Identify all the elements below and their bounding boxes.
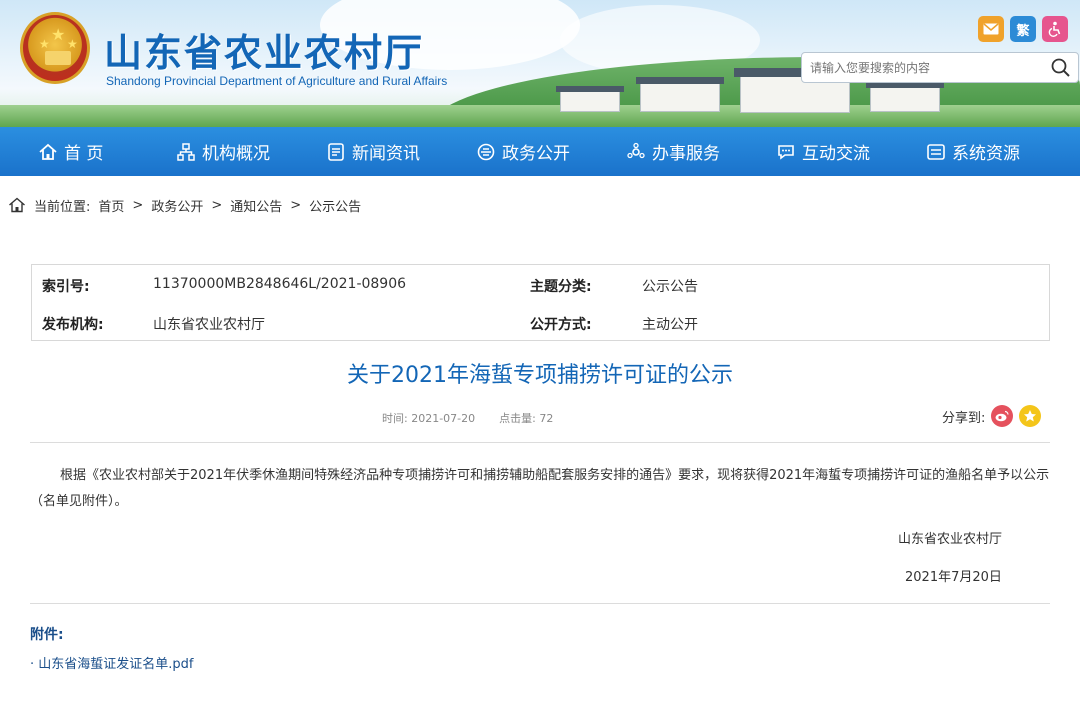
divider (30, 603, 1050, 604)
nav-org[interactable]: 机构概况 (176, 127, 270, 176)
article-body: 根据《农业农村部关于2021年伏季休渔期间特殊经济品种专项捕捞许可和捕捞辅助船配… (30, 468, 1050, 509)
breadcrumb-announcements[interactable]: 公示公告 (309, 196, 361, 215)
mail-icon[interactable] (978, 16, 1004, 42)
nav-service[interactable]: 办事服务 (626, 127, 720, 176)
disclosure-value: 主动公开 (642, 317, 698, 333)
index-value: 11370000MB2848646L/2021-08906 (153, 276, 407, 292)
service-icon (627, 142, 645, 158)
article-info: 时间: 2021-07-20 点击量: 72 (382, 410, 553, 426)
topic-label: 主题分类: (530, 279, 592, 295)
search-box (801, 52, 1079, 83)
traditional-chinese-icon[interactable]: 繁 (1010, 16, 1036, 42)
share-label: 分享到: (942, 410, 986, 426)
breadcrumb-separator: > (211, 197, 223, 213)
qzone-share-icon[interactable] (1019, 405, 1042, 427)
top-icon-bar: 繁 (978, 16, 1068, 42)
breadcrumb-notices[interactable]: 通知公告 (230, 196, 282, 215)
time-label: 时间: (382, 412, 408, 425)
building-decoration (560, 90, 620, 112)
header-banner: ★ ★ ★ 山东省农业农村厅 Shandong Provincial Depar… (0, 0, 1080, 127)
time-value: 2021-07-20 (411, 412, 476, 425)
breadcrumb-separator: > (132, 197, 144, 213)
document-meta-box: 索引号: 11370000MB2848646L/2021-08906 主题分类:… (31, 264, 1050, 341)
signature-date: 2021年7月20日 (905, 570, 1002, 585)
system-icon (927, 143, 945, 160)
nav-system[interactable]: 系统资源 (926, 127, 1020, 176)
article-title: 关于2021年海蜇专项捕捞许可证的公示 (347, 363, 733, 388)
weibo-share-icon[interactable] (991, 405, 1014, 427)
attachment-link[interactable]: · 山东省海蜇证发证名单.pdf (30, 653, 193, 672)
home-icon (9, 197, 25, 213)
roof-decoration (556, 86, 624, 92)
clicks-label: 点击量: (499, 412, 536, 425)
breadcrumb-gov[interactable]: 政务公开 (151, 196, 203, 215)
nav-label: 政务公开 (502, 144, 570, 164)
nav-label: 互动交流 (802, 144, 870, 164)
nav-home[interactable]: 首 页 (38, 127, 103, 176)
main-nav: 首 页 机构概况 新闻资讯 政务公开 办事服务 互动交流 系统资源 (0, 127, 1080, 176)
home-icon (39, 143, 57, 160)
building-decoration (870, 86, 940, 112)
nav-gov[interactable]: 政务公开 (476, 127, 570, 176)
org-icon (177, 142, 195, 161)
nav-news[interactable]: 新闻资讯 (326, 127, 420, 176)
breadcrumb-home[interactable]: 首页 (98, 196, 124, 215)
nav-interact[interactable]: 互动交流 (776, 127, 870, 176)
national-emblem-logo: ★ ★ ★ (20, 12, 90, 84)
divider (30, 442, 1050, 443)
search-icon[interactable] (1050, 57, 1072, 79)
breadcrumb-label: 当前位置: (34, 199, 91, 215)
breadcrumb: 当前位置: 首页 > 政务公开 > 通知公告 > 公示公告 (8, 195, 361, 215)
building-decoration (640, 82, 720, 112)
nav-label: 新闻资讯 (352, 144, 420, 164)
publish-time: 时间: 2021-07-20 (382, 410, 475, 426)
gov-icon (477, 143, 495, 160)
attachments-label: 附件: (30, 627, 64, 643)
site-title: 山东省农业农村厅 (104, 31, 425, 75)
nav-label: 办事服务 (652, 144, 720, 164)
chat-icon (778, 144, 794, 160)
nav-label: 系统资源 (952, 144, 1020, 164)
disclosure-label: 公开方式: (530, 317, 592, 333)
click-count: 点击量: 72 (499, 410, 553, 426)
issuer-label: 发布机构: (42, 317, 104, 333)
traditional-chinese-label: 繁 (1016, 23, 1030, 39)
accessibility-icon[interactable] (1042, 16, 1068, 42)
roof-decoration (636, 77, 724, 84)
news-icon (328, 142, 344, 161)
share-bar: 分享到: (942, 405, 1042, 427)
nav-label: 首 页 (64, 144, 104, 164)
site-subtitle: Shandong Provincial Department of Agricu… (106, 74, 448, 88)
signature: 山东省农业农村厅 (898, 532, 1003, 547)
nav-label: 机构概况 (202, 144, 270, 164)
index-label: 索引号: (42, 279, 90, 295)
clicks-value: 72 (539, 412, 554, 425)
breadcrumb-separator: > (290, 197, 302, 213)
issuer-value: 山东省农业农村厅 (153, 317, 265, 333)
topic-value: 公示公告 (642, 279, 698, 295)
search-input[interactable] (802, 53, 1042, 82)
